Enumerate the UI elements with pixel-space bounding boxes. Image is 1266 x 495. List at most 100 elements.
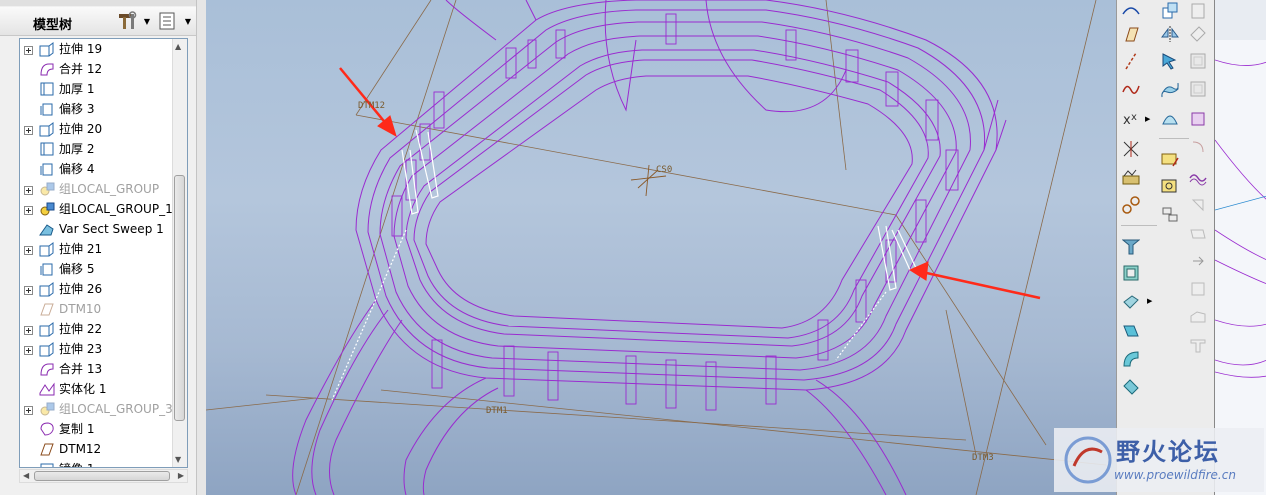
mirror-icon — [39, 461, 55, 467]
tree-vertical-scrollbar[interactable]: ▲ ▼ — [172, 39, 187, 467]
expand-plus-icon[interactable] — [24, 284, 33, 295]
scroll-left-icon[interactable]: ◀ — [23, 471, 29, 480]
chevron-right-icon[interactable]: ▶ — [1145, 115, 1150, 123]
tree-item[interactable]: 偏移 4 — [20, 159, 175, 179]
scroll-right-icon[interactable]: ▶ — [178, 471, 184, 480]
trim-button[interactable] — [1187, 0, 1209, 22]
tree-show-button[interactable]: ▼ — [157, 11, 193, 31]
datum-axis-button[interactable] — [1120, 50, 1142, 72]
offset-button[interactable] — [1187, 50, 1209, 72]
datum-label-dtm1[interactable]: DTM1 — [486, 406, 508, 416]
chamfer-button[interactable] — [1120, 376, 1142, 398]
panel-splitter[interactable] — [196, 0, 206, 495]
tree-horizontal-scroll-thumb[interactable] — [34, 471, 170, 481]
tree-item[interactable]: 组LOCAL_GROUP_1 — [20, 199, 175, 219]
surface-button[interactable] — [1159, 78, 1181, 100]
draft-offset-button[interactable] — [1187, 194, 1209, 216]
tree-item[interactable]: 拉伸 26 — [20, 279, 175, 299]
expand-plus-icon[interactable] — [24, 344, 33, 355]
expand-plus-icon[interactable] — [24, 324, 33, 335]
fill-button[interactable] — [1187, 306, 1209, 328]
rib-button[interactable] — [1120, 320, 1142, 342]
tree-item[interactable]: 实体化 1 — [20, 379, 175, 399]
expand-plus-icon[interactable] — [24, 244, 33, 255]
tree-item[interactable]: 拉伸 21 — [20, 239, 175, 259]
tree-item-label: 合并 12 — [59, 62, 103, 76]
graphics-viewport[interactable]: DTM12 CS0 DTM1 DTM3 — [206, 0, 1116, 495]
tree-item[interactable]: 偏移 5 — [20, 259, 175, 279]
tree-item[interactable]: 拉伸 19 — [20, 39, 175, 59]
merge-icon — [39, 61, 55, 77]
frame-button[interactable] — [1187, 278, 1209, 300]
tree-item[interactable]: 拉伸 20 — [20, 119, 175, 139]
relation-button[interactable] — [1120, 194, 1142, 216]
datum-point-button[interactable]: xx — [1120, 108, 1142, 130]
mirror-button[interactable] — [1159, 23, 1181, 45]
shell-button[interactable] — [1120, 262, 1142, 284]
tree-item-label: 组LOCAL_GROUP_3 — [59, 402, 173, 416]
tree-item[interactable]: Var Sect Sweep 1 — [20, 219, 175, 239]
wrap-button[interactable] — [1187, 166, 1209, 188]
tree-item[interactable]: 复制 1 — [20, 419, 175, 439]
pattern-button[interactable] — [1159, 176, 1181, 198]
tree-item[interactable]: 镜像 1 — [20, 459, 175, 467]
datum-plane-button[interactable] — [1120, 23, 1142, 45]
expand-plus-icon[interactable] — [24, 204, 33, 215]
boundary-blend-button[interactable] — [1159, 108, 1181, 130]
merge-button[interactable] — [1187, 138, 1209, 160]
tree-item[interactable]: 合并 13 — [20, 359, 175, 379]
scroll-down-icon[interactable]: ▼ — [175, 455, 181, 464]
tree-item[interactable]: DTM12 — [20, 439, 175, 459]
chevron-right-icon[interactable]: ▶ — [1147, 297, 1152, 305]
group-icon — [39, 181, 55, 197]
expand-plus-icon[interactable] — [24, 404, 33, 415]
fill-icon — [1190, 311, 1206, 323]
datum-label-dtm12[interactable]: DTM12 — [358, 101, 385, 111]
model-tree-panel: 模型树 ▼ ▼ 拉伸 19 合并 12 加厚 1 偏移 3 拉伸 20 加厚 2 偏移 4 组… — [0, 0, 206, 495]
copy-button[interactable] — [1159, 0, 1181, 22]
expand-plus-icon[interactable] — [24, 184, 33, 195]
tree-item[interactable]: 偏移 3 — [20, 99, 175, 119]
datum-plane-icon — [1125, 27, 1139, 42]
tree-item[interactable]: 加厚 2 — [20, 139, 175, 159]
annotation-arrows — [339, 67, 1041, 300]
tree-item[interactable]: DTM10 — [20, 299, 175, 319]
tree-horizontal-scrollbar[interactable]: ◀ ▶ — [19, 469, 188, 483]
scroll-up-icon[interactable]: ▲ — [175, 42, 181, 51]
group-button[interactable] — [1159, 204, 1181, 226]
arrow-right-head — [908, 261, 929, 281]
tree-item[interactable]: 加厚 1 — [20, 79, 175, 99]
thicken-button[interactable] — [1187, 78, 1209, 100]
expand-plus-icon[interactable] — [24, 124, 33, 135]
datum-curve-button[interactable] — [1120, 0, 1142, 22]
sweep-icon — [39, 221, 55, 237]
tree-item[interactable]: 合并 12 — [20, 59, 175, 79]
tree-item[interactable]: 组LOCAL_GROUP_3 — [20, 399, 175, 419]
draft-button[interactable] — [1120, 290, 1142, 312]
tree-item-label: 加厚 2 — [59, 142, 95, 156]
sketch-curve-button[interactable] — [1120, 78, 1142, 100]
toolbox-button[interactable] — [1187, 222, 1209, 244]
tree-item[interactable]: 拉伸 23 — [20, 339, 175, 359]
extend-button[interactable] — [1187, 23, 1209, 45]
analysis-button[interactable] — [1120, 166, 1142, 188]
boundary-blend-icon — [1162, 115, 1178, 125]
arrow-button[interactable] — [1187, 250, 1209, 272]
tee-button[interactable] — [1187, 334, 1209, 356]
move-button[interactable] — [1159, 50, 1181, 72]
solidify-button[interactable] — [1187, 108, 1209, 130]
tree-item-label: 拉伸 23 — [59, 342, 103, 356]
tree-tools-button[interactable]: ▼ — [116, 11, 152, 31]
tree-item[interactable]: 拉伸 22 — [20, 319, 175, 339]
extrude-icon — [39, 321, 55, 337]
extrude-button[interactable] — [1120, 235, 1142, 257]
extrude-icon — [39, 121, 55, 137]
tree-item[interactable]: 组LOCAL_GROUP — [20, 179, 175, 199]
datum-label-csys[interactable]: CS0 — [656, 165, 672, 175]
datum-label-dtm3[interactable]: DTM3 — [972, 453, 994, 463]
csys-button[interactable] — [1120, 138, 1142, 160]
tree-vertical-scroll-thumb[interactable] — [174, 175, 185, 421]
round-button[interactable] — [1120, 348, 1142, 370]
sketch-button[interactable] — [1159, 148, 1181, 170]
expand-plus-icon[interactable] — [24, 44, 33, 55]
